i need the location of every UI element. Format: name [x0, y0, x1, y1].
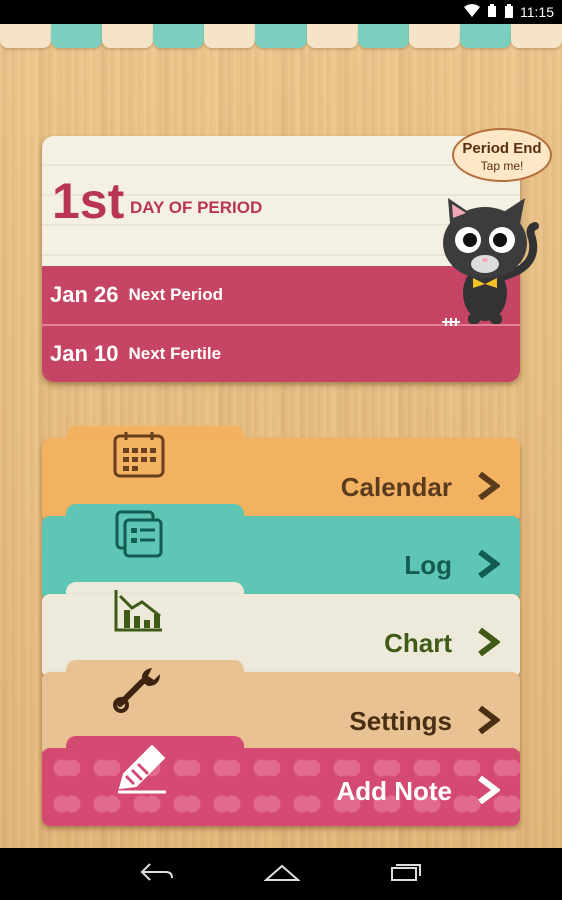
wifi-icon — [464, 3, 480, 21]
chevron-right-icon — [476, 775, 501, 809]
chart-icon — [112, 586, 166, 641]
calendar-icon — [112, 430, 166, 485]
bubble-subtitle: Tap me! — [480, 159, 524, 173]
chevron-right-icon — [476, 627, 501, 661]
wrench-icon — [112, 664, 166, 719]
signal-icon — [486, 3, 498, 21]
pencil-icon — [112, 740, 172, 801]
calendar-label: Calendar — [340, 472, 452, 502]
next-period-label: Next Period — [128, 285, 223, 304]
cat-mascot-icon[interactable] — [440, 198, 550, 333]
awning — [0, 24, 562, 50]
status-bar: 11:15 — [0, 0, 562, 24]
home-icon[interactable] — [263, 862, 301, 887]
day-label: DAY OF PERIOD — [130, 198, 263, 217]
add-note-button[interactable]: Add Note — [42, 736, 520, 826]
chevron-right-icon — [476, 471, 501, 505]
navigation-bar — [0, 848, 562, 900]
chart-label: Chart — [384, 628, 452, 658]
status-time: 11:15 — [520, 4, 554, 20]
log-icon — [112, 508, 166, 563]
log-label: Log — [404, 550, 452, 580]
bubble-title: Period End — [462, 140, 542, 157]
recents-icon[interactable] — [390, 862, 422, 887]
back-icon[interactable] — [140, 862, 174, 887]
settings-label: Settings — [349, 706, 452, 736]
next-period-date: Jan 26 — [50, 282, 119, 307]
next-fertile-label: Next Fertile — [128, 344, 222, 363]
battery-icon — [504, 3, 514, 21]
day-number: 1st — [52, 173, 125, 229]
chevron-right-icon — [476, 705, 501, 739]
period-end-bubble[interactable]: Period End Tap me! — [452, 128, 552, 182]
chevron-right-icon — [476, 549, 501, 583]
next-fertile-date: Jan 10 — [50, 341, 119, 366]
add-note-label: Add Note — [336, 776, 452, 806]
